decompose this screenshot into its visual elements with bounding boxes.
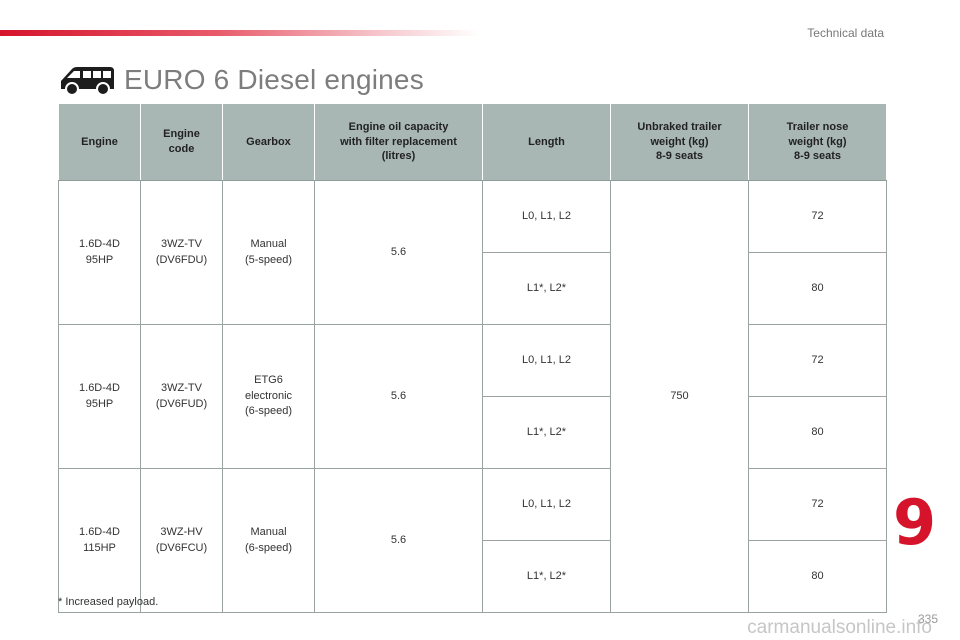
section-label: Technical data [807,26,884,40]
oil-capacity-cell: 5.6 [314,324,483,469]
header-gearbox: Gearbox [222,103,315,181]
trailer-nose-weight-cell: 72 [748,180,887,253]
engine-code-cell: 3WZ-HV (DV6FCU) [140,468,223,613]
header-engine-code: Engine code [140,103,223,181]
length-cell: L0, L1, L2 [482,468,611,541]
trailer-nose-weight-cell: 80 [748,540,887,613]
engine-cell: 1.6D-4D 115HP [58,468,141,613]
engine-specs-table: Engine Engine code Gearbox Engine oil ca… [58,103,887,613]
gearbox-cell: ETG6 electronic (6-speed) [222,324,315,469]
header-engine: Engine [58,103,141,181]
trailer-nose-weight-cell: 80 [748,252,887,325]
chapter-number: 9 [893,486,937,559]
oil-capacity-cell: 5.6 [314,468,483,613]
footnote: * Increased payload. [58,596,159,608]
engine-cell: 1.6D-4D 95HP [58,180,141,325]
header-unbraked-trailer-weight: Unbraked trailer weight (kg) 8-9 seats [610,103,749,181]
gearbox-cell: Manual (5-speed) [222,180,315,325]
length-cell: L1*, L2* [482,396,611,469]
engine-code-cell: 3WZ-TV (DV6FUD) [140,324,223,469]
length-cell: L0, L1, L2 [482,324,611,397]
trailer-nose-weight-cell: 72 [748,324,887,397]
length-cell: L1*, L2* [482,540,611,613]
unbraked-trailer-weight-cell: 750 [610,180,749,613]
header-trailer-nose-weight: Trailer nose weight (kg) 8-9 seats [748,103,887,181]
trailer-nose-weight-cell: 72 [748,468,887,541]
page-header: EURO 6 Diesel engines [58,58,424,102]
oil-capacity-cell: 5.6 [314,180,483,325]
van-icon [61,67,114,96]
length-cell: L0, L1, L2 [482,180,611,253]
table-row: 1.6D-4D 95HP 3WZ-TV (DV6FDU) Manual (5-s… [58,180,887,613]
engine-code-cell: 3WZ-TV (DV6FDU) [140,180,223,325]
top-accent-bar [0,30,480,36]
trailer-nose-weight-cell: 80 [748,396,887,469]
watermark: carmanualsonline.info [747,617,932,638]
header-length: Length [482,103,611,181]
page-title: EURO 6 Diesel engines [124,64,424,95]
engine-cell: 1.6D-4D 95HP [58,324,141,469]
gearbox-cell: Manual (6-speed) [222,468,315,613]
table-header-row: Engine Engine code Gearbox Engine oil ca… [58,103,887,181]
length-cell: L1*, L2* [482,252,611,325]
table-row: 1.6D-4D 115HP 3WZ-HV (DV6FCU) Manual (6-… [58,468,887,613]
table-row: 1.6D-4D 95HP 3WZ-TV (DV6FUD) ETG6 electr… [58,324,887,469]
header-oil-capacity: Engine oil capacity with filter replacem… [314,103,483,181]
